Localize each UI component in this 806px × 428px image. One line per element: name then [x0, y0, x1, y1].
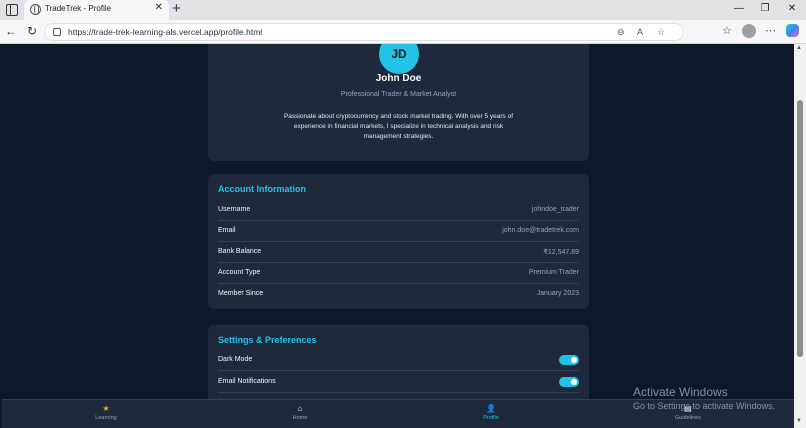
row-value: Premium Trader — [528, 269, 579, 276]
account-row-bank-balance: Bank Balance ₹12,547.89 — [218, 242, 579, 263]
row-label: Email Notifications — [218, 378, 276, 385]
preference-row-email-notifications: Email Notifications — [218, 372, 579, 393]
browser-tab-bar: TradeTrek - Profile ✕ + — ❐ ✕ — [0, 0, 806, 20]
row-label: Username — [218, 206, 251, 213]
row-value: January 2023 — [536, 290, 579, 297]
nav-label: Guidelines — [675, 415, 701, 421]
row-label: Bank Balance — [218, 248, 262, 255]
account-information-card: Account Information Username johndoe_tra… — [208, 174, 589, 309]
address-bar: ← ↻ https://trade-trek-learning-als.verc… — [0, 20, 806, 44]
section-title: Settings & Preferences — [218, 335, 317, 345]
nav-item-profile[interactable]: 👤 Profile — [451, 404, 531, 421]
profile-avatar-icon[interactable] — [742, 24, 756, 38]
tab-title: TradeTrek - Profile — [45, 4, 112, 13]
scroll-down-icon[interactable]: ▼ — [796, 418, 802, 424]
toggle-knob — [571, 379, 577, 385]
nav-item-home[interactable]: ⌂ Home — [260, 404, 340, 421]
profile-card: JD John Doe Professional Trader & Market… — [208, 44, 589, 161]
restore-icon[interactable]: ❐ — [758, 3, 772, 15]
page-viewport: JD John Doe Professional Trader & Market… — [2, 44, 794, 399]
close-tab-icon[interactable]: ✕ — [155, 3, 163, 13]
nav-label: Home — [292, 415, 308, 421]
tab-actions-icon[interactable] — [6, 4, 18, 16]
row-value: johndoe_trader — [531, 206, 579, 213]
home-icon: ⌂ — [297, 404, 303, 413]
row-value: john.doe@tradetrek.com — [502, 227, 579, 234]
profile-role: Professional Trader & Market Analyst — [340, 91, 457, 98]
email-notifications-toggle[interactable] — [559, 377, 579, 387]
scroll-thumb[interactable] — [797, 100, 803, 357]
account-row-account-type: Account Type Premium Trader — [218, 263, 579, 284]
url-text[interactable]: https://trade-trek-learning-als.vercel.a… — [68, 27, 262, 37]
avatar: JD — [379, 44, 419, 74]
nav-item-learning[interactable]: ★ Learning — [66, 404, 146, 421]
watermark-title: Activate Windows — [633, 385, 728, 399]
nav-label: Learning — [95, 415, 117, 421]
row-value: ₹12,547.89 — [543, 249, 579, 256]
refresh-icon[interactable]: ↻ — [25, 24, 39, 38]
row-label: Member Since — [218, 290, 264, 297]
favorites-icon[interactable]: ☆ — [722, 24, 732, 38]
scroll-up-icon[interactable]: ▲ — [796, 45, 802, 51]
settings-preferences-card: Settings & Preferences Dark Mode Email N… — [208, 325, 589, 399]
browser-tab[interactable]: TradeTrek - Profile ✕ — [24, 0, 169, 20]
page-scrollbar[interactable]: ▲ ▼ — [794, 44, 806, 428]
row-label: Dark Mode — [218, 356, 253, 363]
profile-bio: Passionate about cryptocurrency and stoc… — [283, 113, 514, 140]
close-window-icon[interactable]: ✕ — [785, 3, 799, 15]
dark-mode-toggle[interactable] — [559, 355, 579, 365]
read-aloud-icon[interactable]: A — [637, 26, 643, 38]
zoom-icon[interactable]: ⊖ — [617, 26, 625, 38]
globe-icon — [30, 4, 41, 15]
lock-icon[interactable] — [53, 28, 61, 36]
account-row-member-since: Member Since January 2023 — [218, 284, 579, 305]
more-options-icon[interactable]: ⋯ — [765, 24, 776, 38]
minimize-icon[interactable]: — — [732, 3, 746, 15]
watermark-subtitle: Go to Settings to activate Windows. — [633, 401, 776, 411]
url-field[interactable]: https://trade-trek-learning-als.vercel.a… — [44, 23, 684, 41]
nav-label: Profile — [483, 415, 499, 421]
copilot-icon[interactable] — [786, 24, 799, 37]
toggle-knob — [571, 357, 577, 363]
section-title: Account Information — [218, 184, 306, 194]
preference-row-dark-mode: Dark Mode — [218, 350, 579, 371]
star-icon: ★ — [102, 404, 110, 413]
row-label: Account Type — [218, 269, 261, 276]
user-icon: 👤 — [486, 404, 496, 413]
account-row-email: Email john.doe@tradetrek.com — [218, 221, 579, 242]
new-tab-icon[interactable]: + — [172, 1, 181, 17]
favorite-star-icon[interactable]: ☆ — [657, 26, 665, 38]
profile-name: John Doe — [375, 73, 422, 84]
account-row-username: Username johndoe_trader — [218, 200, 579, 221]
back-icon[interactable]: ← — [4, 24, 18, 38]
row-label: Email — [218, 227, 236, 234]
activate-windows-watermark: Activate Windows Go to Settings to activ… — [633, 385, 775, 411]
